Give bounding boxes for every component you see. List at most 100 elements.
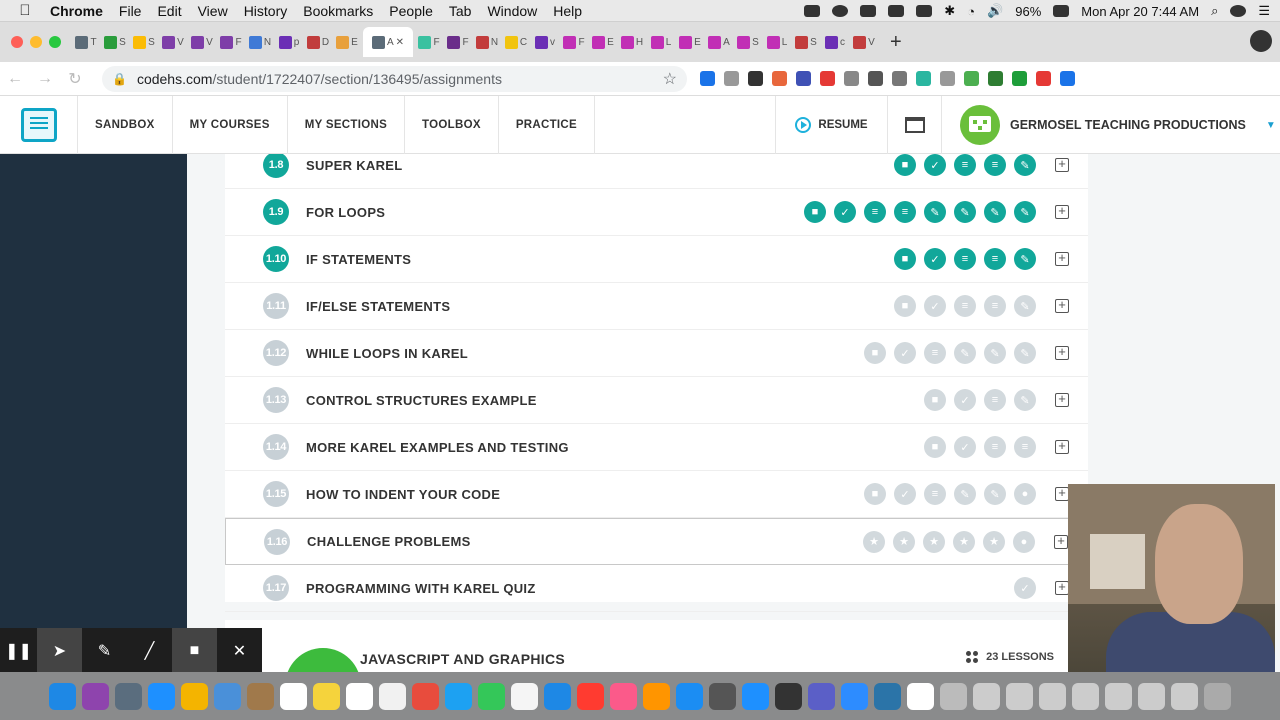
lesson-row[interactable]: 1.15 HOW TO INDENT YOUR CODE ■ ✓ ≡ ✎ ✎ ● +: [225, 471, 1088, 518]
video-icon[interactable]: ■: [924, 436, 946, 458]
battery-icon[interactable]: [1053, 5, 1070, 17]
webcam-overlay[interactable]: [1068, 484, 1275, 680]
apple-menu-icon[interactable]: : [0, 2, 50, 19]
video-icon[interactable]: ■: [864, 342, 886, 364]
pointer-icon[interactable]: ➤: [37, 628, 82, 674]
edit-icon[interactable]: ✎: [954, 342, 976, 364]
dock-app-icon[interactable]: [511, 682, 538, 710]
cloud-icon[interactable]: [860, 5, 877, 17]
menu-tab[interactable]: Tab: [449, 3, 472, 19]
extension-icon[interactable]: [844, 71, 859, 86]
spotlight-icon[interactable]: ⌕: [1211, 3, 1218, 19]
expand-plus-icon[interactable]: +: [1054, 534, 1068, 549]
lesson-title[interactable]: SUPER KAREL: [306, 158, 402, 173]
dock-app-icon[interactable]: [346, 682, 373, 710]
browser-tab[interactable]: p: [276, 27, 302, 57]
check-icon[interactable]: ✓: [954, 389, 976, 411]
doc-icon[interactable]: ≡: [954, 248, 976, 270]
extension-icon[interactable]: [700, 71, 715, 86]
doc-icon[interactable]: ≡: [954, 295, 976, 317]
clock[interactable]: Mon Apr 20 7:44 AM: [1081, 4, 1199, 19]
doc-icon[interactable]: ≡: [984, 248, 1006, 270]
browser-tab[interactable]: D: [305, 27, 331, 57]
browser-tab[interactable]: F: [561, 27, 587, 57]
reload-icon[interactable]: ↻: [60, 69, 90, 89]
edit-icon[interactable]: ✎: [1014, 295, 1036, 317]
edit-icon[interactable]: ✎: [984, 483, 1006, 505]
battery-percent[interactable]: 96%: [1015, 4, 1041, 19]
minimize-window-button[interactable]: [30, 36, 42, 48]
doc-icon[interactable]: ≡: [984, 295, 1006, 317]
menu-window[interactable]: Window: [487, 3, 537, 19]
doc-icon[interactable]: ≡: [924, 342, 946, 364]
menu-file[interactable]: File: [119, 3, 142, 19]
dock-app-icon[interactable]: [82, 682, 109, 710]
browser-tab[interactable]: E: [677, 27, 703, 57]
browser-tab[interactable]: L: [648, 27, 674, 57]
browser-tab[interactable]: F: [218, 27, 244, 57]
dock-app-icon[interactable]: [709, 682, 736, 710]
expand-plus-icon[interactable]: +: [1055, 345, 1069, 360]
lesson-row[interactable]: 1.13 CONTROL STRUCTURES EXAMPLE ■ ✓ ≡ ✎ +: [225, 377, 1088, 424]
airplay-icon[interactable]: [916, 5, 933, 17]
dock-app-icon[interactable]: [313, 682, 340, 710]
codehs-logo[interactable]: [0, 95, 78, 154]
lesson-row[interactable]: 1.17 PROGRAMMING WITH KAREL QUIZ ✓ +: [225, 565, 1088, 612]
lesson-title[interactable]: PROGRAMMING WITH KAREL QUIZ: [306, 581, 536, 596]
expand-plus-icon[interactable]: +: [1055, 580, 1069, 595]
dock-app-icon[interactable]: [940, 682, 967, 710]
video-icon[interactable]: ■: [804, 201, 826, 223]
menu-edit[interactable]: Edit: [157, 3, 181, 19]
lesson-row[interactable]: 1.12 WHILE LOOPS IN KAREL ■ ✓ ≡ ✎ ✎ ✎ +: [225, 330, 1088, 377]
nav-my-courses[interactable]: MY COURSES: [173, 95, 288, 154]
check-icon[interactable]: ✓: [894, 342, 916, 364]
star-icon[interactable]: ★: [923, 530, 945, 553]
extension-icon[interactable]: [1036, 71, 1051, 86]
nav-sandbox[interactable]: SANDBOX: [78, 95, 173, 154]
menu-bookmarks[interactable]: Bookmarks: [303, 3, 373, 19]
dock-app-icon[interactable]: [280, 682, 307, 710]
volume-icon[interactable]: 🔊: [987, 3, 1003, 19]
extension-icon[interactable]: [796, 71, 811, 86]
doc-icon[interactable]: ≡: [1014, 436, 1036, 458]
browser-tab[interactable]: S: [102, 27, 128, 57]
browser-tab[interactable]: E: [590, 27, 616, 57]
extension-icon[interactable]: [1060, 71, 1075, 86]
forward-icon[interactable]: →: [30, 70, 60, 88]
browser-tab[interactable]: c: [822, 27, 848, 57]
browser-tab[interactable]: S: [793, 27, 819, 57]
dock-app-icon[interactable]: [148, 682, 175, 710]
lesson-row[interactable]: 1.10 IF STATEMENTS ■ ✓ ≡ ≡ ✎ +: [225, 236, 1088, 283]
dock-app-icon[interactable]: [115, 682, 142, 710]
extension-icon[interactable]: [988, 71, 1003, 86]
extension-icon[interactable]: [940, 71, 955, 86]
check-icon[interactable]: ✓: [924, 248, 946, 270]
check-icon[interactable]: ✓: [1014, 577, 1036, 599]
close-tab-icon[interactable]: ✕: [396, 37, 404, 48]
pen-icon[interactable]: ✎: [82, 628, 127, 674]
browser-tab[interactable]: N: [247, 27, 273, 57]
highlighter-icon[interactable]: ╱: [127, 628, 172, 674]
menu-people[interactable]: People: [389, 3, 433, 19]
dock-app-icon[interactable]: [643, 682, 670, 710]
menu-view[interactable]: View: [198, 3, 228, 19]
dock-app-icon[interactable]: [1072, 682, 1099, 710]
check-icon[interactable]: ✓: [924, 295, 946, 317]
pause-icon[interactable]: ❚❚: [0, 628, 37, 674]
dock-app-icon[interactable]: [874, 682, 901, 710]
lesson-title[interactable]: WHILE LOOPS IN KAREL: [306, 346, 468, 361]
lesson-title[interactable]: IF STATEMENTS: [306, 252, 411, 267]
status-icon[interactable]: [832, 5, 849, 17]
doc-icon[interactable]: ≡: [984, 436, 1006, 458]
dock-app-icon[interactable]: [1171, 682, 1198, 710]
profile-avatar[interactable]: [1250, 30, 1272, 52]
browser-tab[interactable]: A ✕: [363, 27, 413, 57]
expand-plus-icon[interactable]: +: [1055, 204, 1069, 219]
browser-tab[interactable]: F: [416, 27, 442, 57]
edit-icon[interactable]: ✎: [954, 201, 976, 223]
lesson-row[interactable]: 1.16 CHALLENGE PROBLEMS ★ ★ ★ ★ ★ ● +: [225, 518, 1088, 565]
dock-app-icon[interactable]: [808, 682, 835, 710]
nav-practice[interactable]: PRACTICE: [499, 95, 595, 154]
dock-app-icon[interactable]: [973, 682, 1000, 710]
circle-icon[interactable]: ●: [1013, 530, 1035, 553]
